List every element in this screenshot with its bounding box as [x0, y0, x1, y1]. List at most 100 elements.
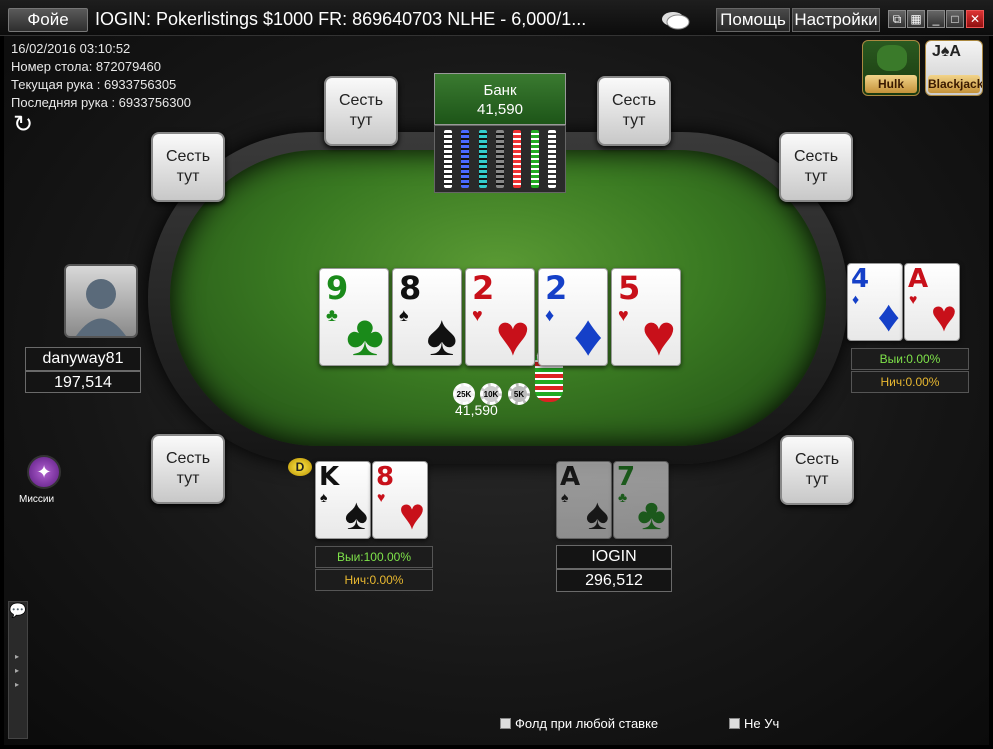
card-suit-icon: ♥	[495, 303, 530, 366]
card-suit-icon: ♣	[618, 489, 628, 505]
restore-icon[interactable]: ⧉	[888, 10, 906, 28]
card-suit-icon: ♠	[344, 490, 368, 539]
card-rank: K	[319, 462, 340, 492]
playing-card: 8 ♠ ♠	[392, 268, 462, 366]
card-rank: 4	[851, 264, 870, 294]
card-rank: 8	[376, 462, 395, 492]
player-name[interactable]: danyway81	[25, 347, 141, 371]
chip-stack	[461, 130, 470, 188]
playing-card: 9 ♣ ♣	[319, 268, 389, 366]
settings-button[interactable]: Настройки	[792, 8, 880, 32]
card-rank: 9	[326, 269, 349, 307]
sit-here-button[interactable]: Сесть тут	[151, 132, 225, 202]
card-suit-icon: ♣	[326, 305, 338, 325]
chip-5k: 5K	[508, 383, 530, 405]
card-suit-icon: ♦	[877, 292, 900, 341]
playing-card: 8 ♥ ♥	[372, 461, 428, 539]
arrow-icon: ▸	[15, 680, 20, 689]
blackjack-game-button[interactable]: J♠A Blackjack	[925, 40, 983, 96]
card-rank: 7	[617, 462, 636, 492]
missions-icon[interactable]: ✦	[27, 455, 61, 489]
dealer-button: D	[288, 458, 312, 476]
table-info: 16/02/2016 03:10:52 Номер стола: 8720794…	[11, 40, 191, 112]
chip-stack	[513, 130, 522, 188]
chip-stack	[478, 130, 487, 188]
card-suit-icon: ♠	[426, 303, 457, 366]
chip-stack	[443, 130, 452, 188]
user-silhouette-icon	[76, 279, 126, 336]
card-suit-icon: ♦	[573, 303, 603, 366]
arrow-icon: ▸	[15, 666, 20, 675]
pot-label: Банк	[483, 82, 517, 99]
playing-card: A ♠ ♠	[556, 461, 612, 539]
card-suit-icon: ♥	[377, 489, 386, 505]
card-suit-icon: ♥	[909, 291, 918, 307]
card-rank: 2	[545, 269, 568, 307]
chat-icon[interactable]: 💬	[9, 602, 27, 620]
fold-any-label: Фолд при любой ставке	[515, 716, 659, 731]
chip-stack	[548, 130, 557, 188]
card-suit-icon: ♥	[398, 490, 425, 539]
card-suit-icon: ♠	[320, 489, 328, 505]
sit-here-button[interactable]: Сесть тут	[597, 76, 671, 146]
sit-out-checkbox[interactable]: Не Уч	[729, 716, 779, 731]
hulk-label: Hulk	[865, 75, 917, 93]
sit-here-button[interactable]: Сесть тут	[779, 132, 853, 202]
tile-icon[interactable]: ▦	[907, 10, 925, 28]
card-rank: 8	[399, 269, 422, 307]
pot-amount: 41,590	[477, 101, 523, 118]
card-suit-icon: ♠	[399, 305, 409, 325]
hulk-game-button[interactable]: Hulk	[862, 40, 920, 96]
chat-sidebar[interactable]: 💬 ▸ ▸ ▸	[8, 601, 28, 739]
refresh-icon[interactable]: ↻	[13, 112, 39, 138]
card-rank: A	[908, 264, 929, 294]
lobby-button[interactable]: Фойе	[8, 8, 88, 32]
tie-percent: Нич:0.00%	[851, 371, 969, 393]
playing-card: 4 ♦ ♦	[847, 263, 903, 341]
checkbox-icon	[729, 718, 740, 729]
help-button[interactable]: Помощь	[716, 8, 790, 32]
card-rank: A	[560, 462, 581, 492]
hero-name: IOGIN	[556, 545, 672, 569]
blackjack-icon: J♠A	[932, 43, 961, 60]
fold-any-checkbox[interactable]: Фолд при любой ставке	[500, 716, 658, 731]
card-rank: 2	[472, 269, 495, 307]
card-suit-icon: ♣	[345, 303, 384, 366]
card-rank: 5	[618, 269, 641, 307]
sit-here-button[interactable]: Сесть тут	[780, 435, 854, 505]
current-hand: Текущая рука : 6933756305	[11, 77, 177, 92]
card-suit-icon: ♥	[930, 292, 957, 341]
bet-amount: 41,590	[455, 402, 498, 418]
card-suit-icon: ♠	[585, 490, 609, 539]
card-suit-icon: ♥	[472, 305, 483, 325]
close-icon[interactable]: ✕	[966, 10, 984, 28]
playing-card: 7 ♣ ♣	[613, 461, 669, 539]
card-suit-icon: ♣	[637, 490, 666, 539]
table-number: Номер стола: 872079460	[11, 59, 161, 74]
tie-percent: Нич:0.00%	[315, 569, 433, 591]
card-suit-icon: ♥	[641, 303, 676, 366]
checkbox-icon	[500, 718, 511, 729]
card-suit-icon: ♦	[852, 291, 860, 307]
title-bar: Фойе IOGIN: Pokerlistings $1000 FR: 8696…	[0, 0, 993, 36]
card-suit-icon: ♥	[618, 305, 629, 325]
card-suit-icon: ♦	[545, 305, 555, 325]
chip-stack	[495, 130, 504, 188]
chat-toggle-icon[interactable]	[660, 10, 690, 30]
missions-label: Миссии	[19, 494, 55, 505]
sit-out-label: Не Уч	[744, 716, 780, 731]
sit-here-button[interactable]: Сесть тут	[151, 434, 225, 504]
pot-display: Банк 41,590	[434, 73, 566, 125]
arrow-icon: ▸	[15, 652, 20, 661]
playing-card: A ♥ ♥	[904, 263, 960, 341]
hulk-icon	[877, 45, 907, 71]
datetime: 16/02/2016 03:10:52	[11, 41, 131, 56]
sit-here-button[interactable]: Сесть тут	[324, 76, 398, 146]
maximize-icon[interactable]: □	[946, 10, 964, 28]
chip-rack	[434, 125, 566, 193]
minimize-icon[interactable]: _	[927, 10, 945, 28]
playing-card: 2 ♦ ♦	[538, 268, 608, 366]
playing-card: 5 ♥ ♥	[611, 268, 681, 366]
player-stack: 197,514	[25, 371, 141, 393]
player-avatar[interactable]	[64, 264, 138, 338]
